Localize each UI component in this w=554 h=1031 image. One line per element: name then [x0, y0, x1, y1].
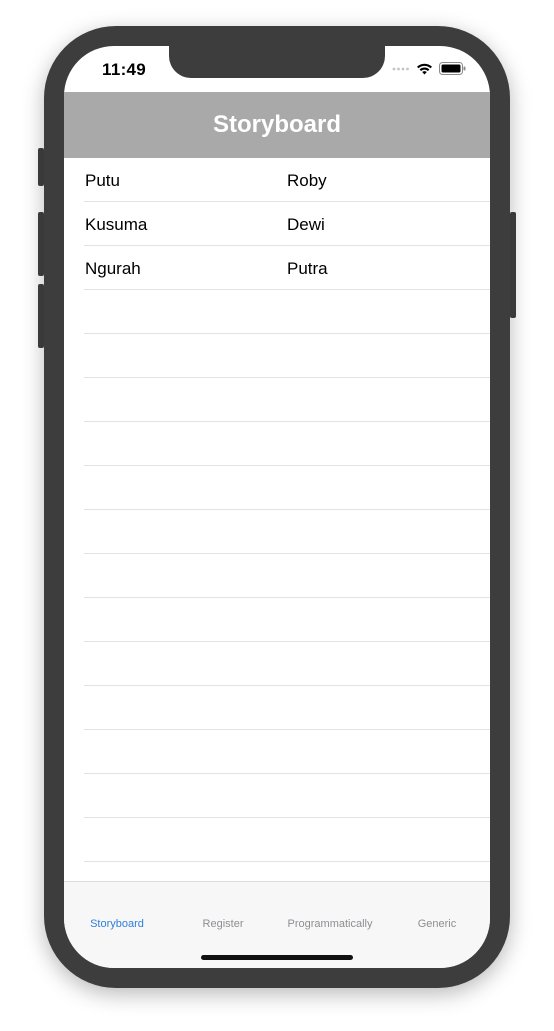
- cellular-dots-icon: [392, 67, 409, 70]
- navigation-bar: Storyboard: [64, 92, 490, 158]
- phone-frame: 11:49 Storyboard Putu Roby Kusuma Dewi N…: [38, 26, 516, 988]
- volume-down-button: [38, 284, 44, 348]
- home-indicator[interactable]: [201, 955, 353, 960]
- cell-second: Putra: [287, 259, 328, 278]
- table-row[interactable]: [64, 510, 490, 554]
- cell-second: Dewi: [287, 215, 325, 234]
- table-row[interactable]: Ngurah Putra: [64, 246, 490, 290]
- table-row[interactable]: [64, 554, 490, 598]
- table-row[interactable]: [64, 598, 490, 642]
- cell-second: Roby: [287, 171, 327, 190]
- tab-generic[interactable]: Generic: [384, 918, 490, 930]
- table-row[interactable]: [64, 290, 490, 334]
- table-row[interactable]: [64, 378, 490, 422]
- notch: [169, 46, 385, 78]
- table-view[interactable]: Putu Roby Kusuma Dewi Ngurah Putra: [64, 158, 490, 862]
- table-row[interactable]: [64, 642, 490, 686]
- power-button: [510, 212, 516, 318]
- table-row[interactable]: Kusuma Dewi: [64, 202, 490, 246]
- battery-icon: [439, 62, 466, 75]
- wifi-icon: [417, 63, 432, 75]
- cell-first: Kusuma: [85, 215, 148, 234]
- table-row[interactable]: [64, 686, 490, 730]
- silent-switch: [38, 148, 44, 186]
- tab-register[interactable]: Register: [170, 918, 276, 930]
- cell-first: Putu: [85, 171, 120, 190]
- status-time: 11:49: [102, 60, 147, 79]
- table-row[interactable]: Putu Roby: [64, 158, 490, 202]
- table-row[interactable]: [64, 334, 490, 378]
- tab-storyboard[interactable]: Storyboard: [64, 918, 170, 930]
- table-row[interactable]: [64, 818, 490, 862]
- status-icons: [392, 62, 466, 75]
- table-row[interactable]: [64, 466, 490, 510]
- tab-programmatically[interactable]: Programmatically: [277, 918, 383, 930]
- screen: 11:49 Storyboard Putu Roby Kusuma Dewi N…: [64, 46, 490, 968]
- table-row[interactable]: [64, 422, 490, 466]
- volume-up-button: [38, 212, 44, 276]
- cell-first: Ngurah: [85, 259, 141, 278]
- tab-bar: Storyboard Register Programmatically Gen…: [64, 881, 490, 968]
- nav-title: Storyboard: [212, 111, 341, 138]
- table-row[interactable]: [64, 730, 490, 774]
- table-row[interactable]: [64, 774, 490, 818]
